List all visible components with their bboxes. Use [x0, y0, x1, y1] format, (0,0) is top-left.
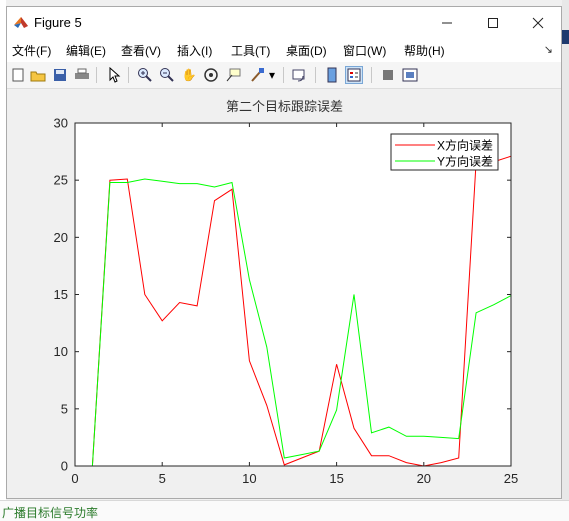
- colorbar-icon[interactable]: [323, 66, 341, 84]
- menu-tools[interactable]: 工具(T): [231, 42, 270, 59]
- menu-desktop[interactable]: 桌面(D): [286, 42, 327, 59]
- menu-edit[interactable]: 编辑(E): [66, 42, 106, 59]
- brush-icon[interactable]: [248, 66, 266, 84]
- title-bar[interactable]: Figure 5: [7, 7, 561, 38]
- toolbar: ✋ ▾: [7, 62, 561, 89]
- save-icon[interactable]: [51, 66, 69, 84]
- brush-dropdown-icon[interactable]: ▾: [267, 66, 277, 84]
- background-window-bottom: 广播目标信号功率: [0, 500, 569, 521]
- close-icon: [532, 17, 543, 28]
- menu-insert[interactable]: 插入(I): [177, 42, 212, 59]
- menu-window[interactable]: 窗口(W): [343, 42, 386, 59]
- minimize-button[interactable]: [424, 7, 469, 38]
- print-icon[interactable]: [73, 66, 91, 84]
- open-icon[interactable]: [29, 66, 47, 84]
- data-cursor-icon[interactable]: [224, 66, 242, 84]
- background-window-right-edge: [562, 0, 569, 520]
- toolbar-separator: [283, 67, 284, 83]
- menu-view[interactable]: 查看(V): [121, 42, 161, 59]
- menu-bar: 文件(F) 编辑(E) 查看(V) 插入(I) 工具(T) 桌面(D) 窗口(W…: [7, 38, 561, 62]
- maximize-button[interactable]: [470, 7, 515, 38]
- figure-window: Figure 5 文件(F) 编辑(E) 查看(V) 插入(I) 工具(T) 桌…: [6, 6, 562, 499]
- toolbar-separator: [96, 67, 97, 83]
- maximize-icon: [487, 17, 498, 28]
- menu-help[interactable]: 帮助(H): [404, 42, 445, 59]
- background-header-band: [562, 30, 569, 44]
- minimize-icon: [441, 22, 452, 23]
- window-title: Figure 5: [34, 15, 82, 30]
- pan-icon[interactable]: ✋: [180, 66, 198, 84]
- new-figure-icon[interactable]: [9, 66, 27, 84]
- toolbar-separator: [128, 67, 129, 83]
- matlab-icon: [14, 17, 28, 28]
- toolbar-separator: [315, 67, 316, 83]
- plot-title: 第二个目标跟踪误差: [225, 100, 343, 115]
- pointer-icon[interactable]: [105, 66, 123, 84]
- zoom-in-icon[interactable]: [136, 66, 154, 84]
- menu-file[interactable]: 文件(F): [12, 42, 51, 59]
- toolbar-separator: [371, 67, 372, 83]
- figure-canvas: [7, 89, 561, 498]
- hide-plot-tools-icon[interactable]: [379, 66, 397, 84]
- link-plot-icon[interactable]: [291, 66, 309, 84]
- legend-icon[interactable]: [345, 66, 363, 84]
- close-button[interactable]: [515, 7, 560, 38]
- background-text: 广播目标信号功率: [2, 506, 99, 520]
- chevron-icon[interactable]: ↘: [544, 43, 553, 56]
- show-plot-tools-icon[interactable]: [401, 66, 419, 84]
- rotate-icon[interactable]: [202, 66, 220, 84]
- zoom-out-icon[interactable]: [158, 66, 176, 84]
